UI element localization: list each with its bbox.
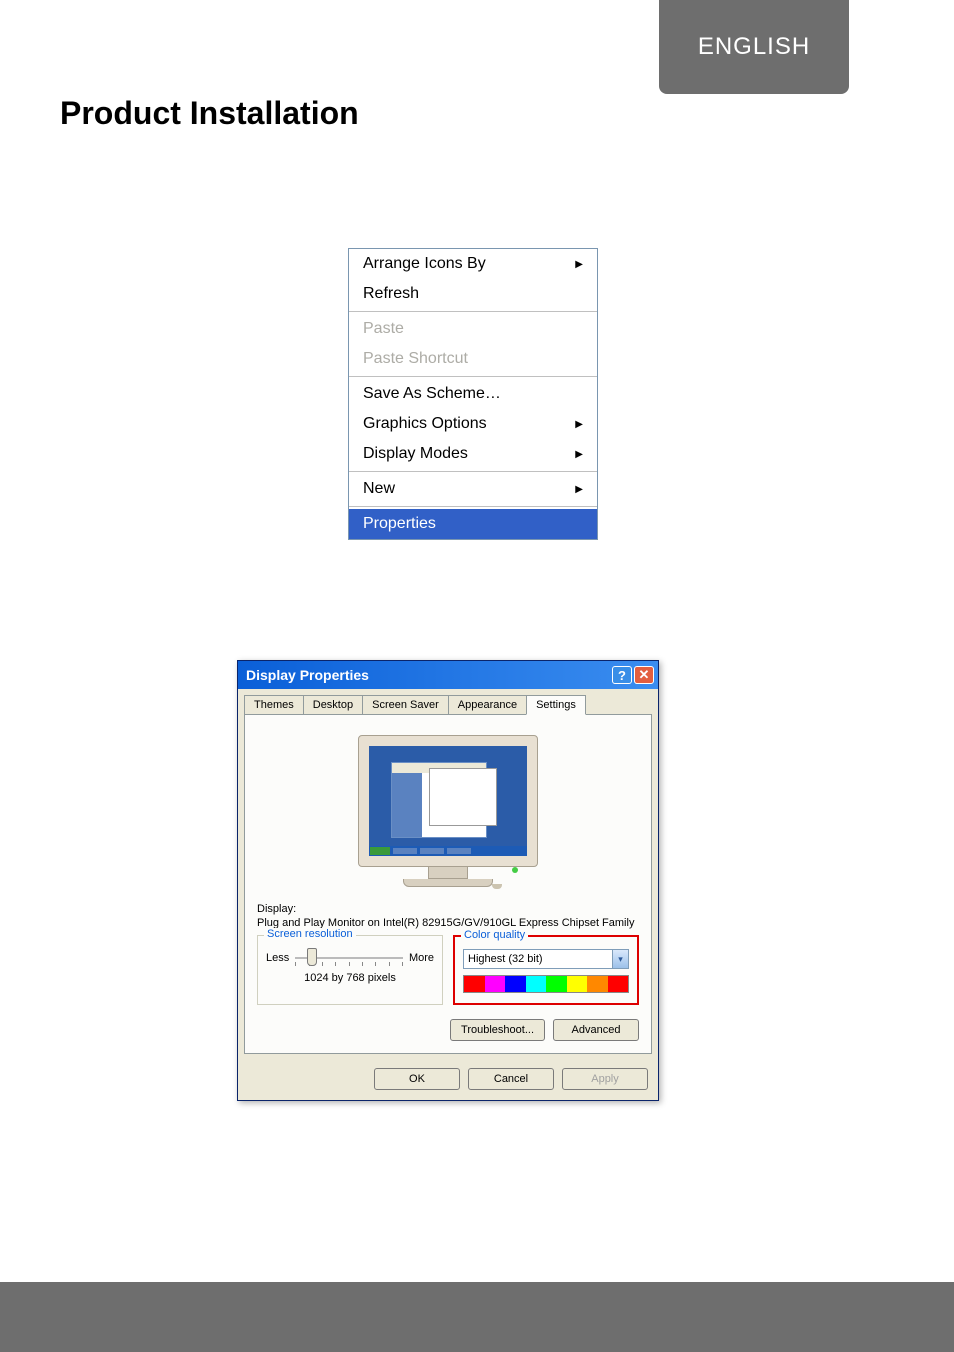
menu-properties[interactable]: Properties — [349, 509, 597, 539]
submenu-arrow-icon: ▶ — [575, 419, 583, 430]
dialog-button-row: OK Cancel Apply — [238, 1060, 658, 1100]
page-title: Product Installation — [60, 95, 359, 132]
ok-button[interactable]: OK — [374, 1068, 460, 1090]
menu-separator — [349, 471, 597, 472]
menu-new[interactable]: New ▶ — [349, 474, 597, 504]
resolution-value: 1024 by 768 pixels — [266, 972, 434, 984]
menu-arrange-icons[interactable]: Arrange Icons By ▶ — [349, 249, 597, 279]
menu-label: Graphics Options — [363, 415, 487, 433]
tab-appearance[interactable]: Appearance — [448, 695, 527, 715]
menu-display-modes[interactable]: Display Modes ▶ — [349, 439, 597, 469]
troubleshoot-button[interactable]: Troubleshoot... — [450, 1019, 545, 1041]
help-button[interactable]: ? — [612, 666, 632, 684]
tab-themes[interactable]: Themes — [244, 695, 304, 715]
menu-label: Properties — [363, 515, 436, 533]
tab-strip: Themes Desktop Screen Saver Appearance S… — [244, 695, 652, 715]
screen-resolution-legend: Screen resolution — [264, 928, 356, 940]
inner-button-row: Troubleshoot... Advanced — [257, 1019, 639, 1041]
cancel-button[interactable]: Cancel — [468, 1068, 554, 1090]
display-properties-dialog: Display Properties ? ✕ Themes Desktop Sc… — [237, 660, 659, 1101]
menu-separator — [349, 311, 597, 312]
color-quality-group: Color quality Highest (32 bit) ▾ — [453, 935, 639, 1005]
display-label: Display: — [257, 903, 639, 915]
menu-paste-shortcut: Paste Shortcut — [349, 344, 597, 374]
close-button[interactable]: ✕ — [634, 666, 654, 684]
color-spectrum-bar — [463, 975, 629, 993]
dialog-titlebar[interactable]: Display Properties ? ✕ — [238, 661, 658, 689]
menu-label: New — [363, 480, 395, 498]
color-quality-value: Highest (32 bit) — [464, 953, 612, 965]
page-footer — [0, 1282, 954, 1352]
menu-paste: Paste — [349, 314, 597, 344]
submenu-arrow-icon: ▶ — [575, 449, 583, 460]
resolution-slider[interactable] — [295, 948, 403, 968]
settings-row: Screen resolution Less More 1024 by 768 … — [257, 935, 639, 1005]
resolution-slider-row: Less More — [266, 948, 434, 968]
menu-label: Paste Shortcut — [363, 350, 468, 368]
submenu-arrow-icon: ▶ — [575, 259, 583, 270]
titlebar-buttons: ? ✕ — [612, 666, 654, 684]
color-quality-dropdown[interactable]: Highest (32 bit) ▾ — [463, 949, 629, 969]
menu-separator — [349, 376, 597, 377]
monitor-preview — [257, 727, 639, 897]
menu-label: Save As Scheme… — [363, 385, 501, 403]
tab-settings[interactable]: Settings — [526, 695, 586, 715]
menu-refresh[interactable]: Refresh — [349, 279, 597, 309]
slider-thumb[interactable] — [307, 948, 317, 966]
menu-label: Paste — [363, 320, 404, 338]
tab-screensaver[interactable]: Screen Saver — [362, 695, 449, 715]
dropdown-arrow-icon[interactable]: ▾ — [612, 950, 628, 968]
menu-save-scheme[interactable]: Save As Scheme… — [349, 379, 597, 409]
tab-desktop[interactable]: Desktop — [303, 695, 363, 715]
submenu-arrow-icon: ▶ — [575, 484, 583, 495]
menu-label: Display Modes — [363, 445, 468, 463]
slider-less-label: Less — [266, 952, 289, 964]
tab-content: Display: Plug and Play Monitor on Intel(… — [244, 714, 652, 1054]
apply-button: Apply — [562, 1068, 648, 1090]
language-tab: ENGLISH — [659, 0, 849, 94]
screen-resolution-group: Screen resolution Less More 1024 by 768 … — [257, 935, 443, 1005]
menu-label: Refresh — [363, 285, 419, 303]
advanced-button[interactable]: Advanced — [553, 1019, 639, 1041]
dialog-title: Display Properties — [246, 667, 369, 683]
desktop-context-menu: Arrange Icons By ▶ Refresh Paste Paste S… — [348, 248, 598, 540]
slider-more-label: More — [409, 952, 434, 964]
menu-separator — [349, 506, 597, 507]
color-quality-legend: Color quality — [461, 929, 528, 941]
menu-label: Arrange Icons By — [363, 255, 486, 273]
menu-graphics-options[interactable]: Graphics Options ▶ — [349, 409, 597, 439]
monitor-icon — [358, 735, 538, 887]
